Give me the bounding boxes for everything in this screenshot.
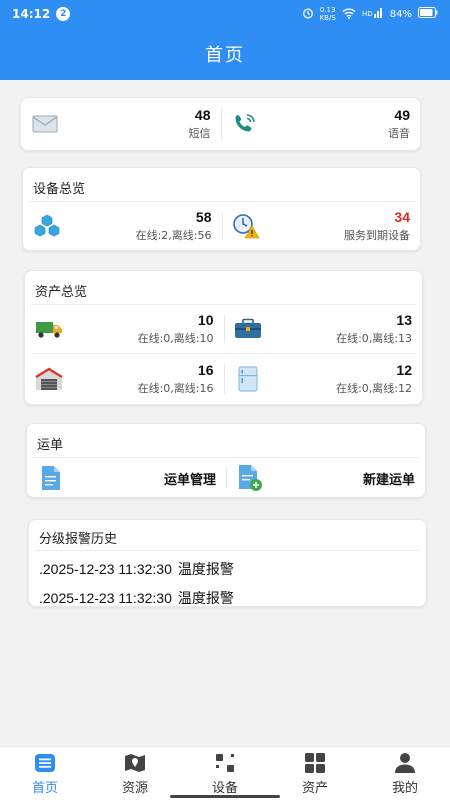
device-overview-title: 设备总览	[29, 168, 414, 202]
device-expiring-label: 服务到期设备	[344, 229, 410, 242]
waybill-manage-button[interactable]: 运单管理	[27, 458, 226, 498]
alarm-time: .2025-12-23 11:32:30	[39, 589, 172, 606]
tab-home[interactable]: 首页	[0, 747, 90, 800]
tab-devices[interactable]: 设备	[180, 747, 270, 800]
envelope-icon	[31, 110, 59, 138]
status-time: 14:12	[12, 7, 51, 21]
sms-count: 48	[194, 107, 211, 123]
waybill-create-button[interactable]: 新建运单	[226, 458, 425, 498]
tab-assets[interactable]: 资产	[270, 747, 360, 800]
tab-label: 我的	[391, 780, 418, 796]
bottom-tab-bar: 首页 资源 设备 资产 我的	[0, 746, 450, 800]
document-add-icon	[236, 464, 264, 492]
asset-value: 16	[197, 362, 214, 378]
status-bar: 14:12 2 0.13 KB/S HD 84%	[0, 0, 450, 28]
signal-icon: HD	[362, 7, 384, 22]
battery-icon	[418, 7, 438, 21]
alarm-time: .2025-12-23 11:32:30	[39, 560, 172, 577]
devices-cluster-icon	[33, 212, 61, 240]
phone-call-icon	[231, 110, 259, 138]
asset-overview-title: 资产总览	[31, 271, 416, 305]
tab-label: 资源	[121, 780, 148, 796]
device-online-status: 在线:2,离线:56	[135, 229, 212, 242]
asset-status: 在线:0,离线:10	[137, 332, 214, 345]
tab-mine[interactable]: 我的	[360, 747, 450, 800]
user-icon	[395, 752, 415, 773]
sms-stat[interactable]: 48 短信	[21, 98, 221, 150]
waybill-title: 运单	[33, 424, 419, 458]
expiry-warning-icon	[232, 212, 260, 240]
network-speed: 0.13 KB/S	[319, 6, 336, 22]
home-list-icon	[35, 753, 55, 772]
document-icon	[37, 464, 65, 492]
alarm-history-title: 分级报警历史	[35, 520, 420, 551]
voice-stat[interactable]: 49 语音	[220, 98, 421, 150]
warehouse-icon	[35, 365, 63, 393]
asset-item-warehouse[interactable]: 16 在线:0,离线:16	[25, 354, 224, 404]
waybill-manage-label: 运单管理	[163, 472, 216, 488]
wifi-icon	[342, 7, 356, 22]
alarm-history-entry[interactable]: .2025-12-23 11:32:30 温度报警	[29, 554, 426, 583]
battery-level: 84%	[389, 8, 412, 20]
asset-value: 10	[197, 312, 214, 328]
asset-item-fridge[interactable]: 12 在线:0,离线:12	[223, 354, 423, 404]
device-icon	[216, 753, 234, 772]
asset-item-toolbox[interactable]: 13 在线:0,离线:13	[223, 305, 423, 353]
waybill-create-label: 新建运单	[362, 472, 415, 488]
alarm-icon	[302, 7, 314, 22]
messages-card: 48 短信 49 语音	[20, 97, 421, 151]
asset-status: 在线:0,离线:13	[336, 332, 412, 345]
asset-item-truck[interactable]: 10 在线:0,离线:10	[25, 305, 224, 353]
voice-label: 语音	[388, 127, 410, 140]
waybill-card: 运单 运单管理 新建运单	[26, 423, 426, 498]
svg-text:HD: HD	[362, 10, 373, 18]
toolbox-icon	[234, 315, 262, 343]
asset-status: 在线:0,离线:16	[137, 382, 214, 395]
map-pin-icon	[125, 753, 145, 772]
status-icons: 0.13 KB/S HD 84%	[302, 6, 438, 22]
alarm-text: 温度报警	[177, 561, 234, 578]
tab-label: 设备	[211, 780, 238, 796]
asset-value: 12	[396, 362, 412, 378]
asset-value: 13	[396, 312, 412, 328]
home-indicator	[170, 795, 280, 798]
alarm-text: 温度报警	[177, 590, 234, 607]
device-total-stat[interactable]: 58 在线:2,离线:56	[23, 202, 222, 250]
tab-label: 首页	[31, 780, 58, 796]
tab-label: 资产	[301, 780, 328, 796]
grid-icon	[305, 752, 325, 773]
alarm-history-entry[interactable]: .2025-12-23 11:32:30 温度报警	[29, 583, 426, 612]
device-overview-card: 设备总览 58 在线:2,离线:56 34 服务到期设备	[22, 167, 421, 251]
device-expiring-count: 34	[394, 209, 410, 225]
asset-overview-card: 资产总览 10 在线:0,离线:10 13 在线:0,离线:13 16 在线:0…	[24, 270, 423, 405]
tab-resources[interactable]: 资源	[90, 747, 180, 800]
header-bar: 首页	[0, 28, 450, 80]
page-title: 首页	[205, 45, 245, 66]
notification-badge: 2	[56, 7, 71, 21]
fridge-icon	[234, 365, 262, 393]
device-total: 58	[195, 209, 212, 225]
device-expiring-stat[interactable]: 34 服务到期设备	[221, 202, 421, 250]
asset-status: 在线:0,离线:12	[336, 382, 412, 395]
sms-label: 短信	[188, 127, 211, 140]
alarm-history-card: 分级报警历史 .2025-12-23 11:32:30 温度报警 .2025-1…	[28, 519, 427, 607]
voice-count: 49	[394, 107, 410, 123]
truck-icon	[35, 315, 63, 343]
